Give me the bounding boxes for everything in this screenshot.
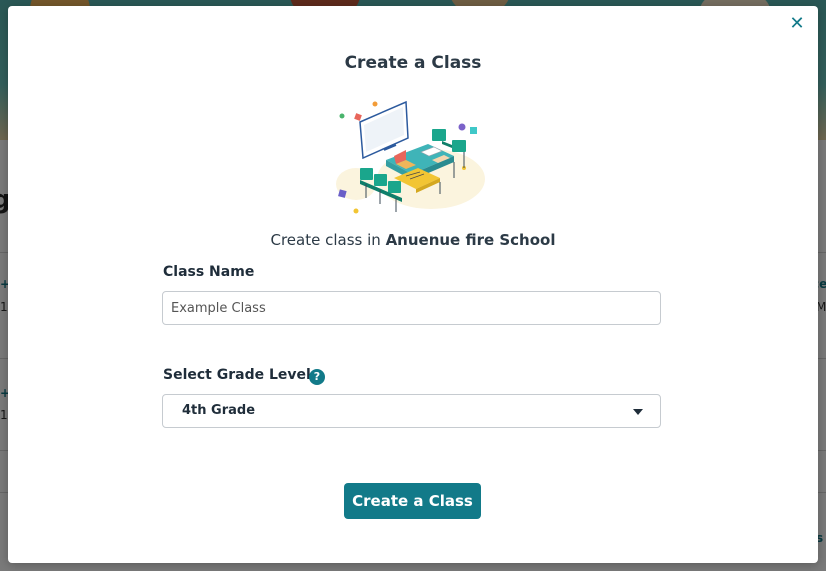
create-class-button[interactable]: Create a Class [344,483,481,519]
classroom-illustration [336,100,485,214]
subtitle-prefix: Create class in [270,231,386,249]
grade-level-select[interactable]: 4th Grade [162,394,661,428]
create-class-modal: ✕ Create a Class Create class in Anuenue… [8,6,818,563]
modal-title: Create a Class [344,53,482,73]
class-name-label: Class Name [163,264,255,280]
caret-down-icon [633,409,643,415]
close-icon[interactable]: ✕ [788,15,806,33]
grade-level-label: Select Grade Level [163,367,311,383]
grade-level-selected-value: 4th Grade [182,403,256,418]
school-name: Anuenue fire School [385,231,556,249]
create-class-context: Create class in Anuenue fire School [8,231,818,249]
class-name-input[interactable] [162,291,661,325]
question-circle-icon[interactable]: ? [309,369,325,385]
